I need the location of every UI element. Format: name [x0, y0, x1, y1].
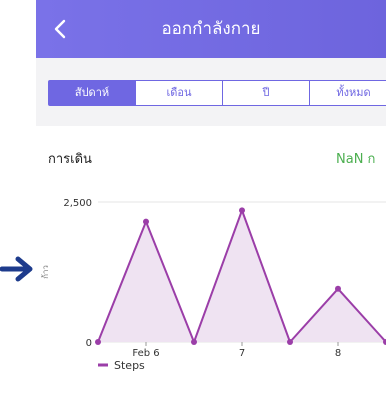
data-point[interactable] [191, 339, 197, 345]
steps-chart: 2,500 0 ก้าว Feb 6 7 8 Steps [41, 198, 386, 372]
tab-month[interactable]: เดือน [136, 81, 223, 105]
series-area [98, 210, 386, 342]
period-segmented-control: สัปดาห์ เดือน ปี ทั้งหมด [48, 80, 386, 106]
tab-year[interactable]: ปี [223, 81, 310, 105]
x-tick-label: 7 [239, 348, 245, 359]
data-point[interactable] [143, 218, 149, 225]
app-header: ออกกำลังกาย [36, 0, 386, 58]
summary-value: NaN ก [336, 152, 376, 167]
period-tabbar: สัปดาห์ เดือน ปี ทั้งหมด [36, 58, 386, 126]
x-tick-label: Feb 6 [132, 348, 159, 359]
section-title: การเดิน [48, 152, 92, 167]
tab-week[interactable]: สัปดาห์ [49, 81, 136, 105]
data-point[interactable] [287, 339, 293, 345]
y-axis-label: ก้าว [41, 265, 50, 279]
y-tick-label: 0 [86, 338, 92, 349]
data-point[interactable] [335, 285, 341, 292]
y-tick-label: 2,500 [63, 198, 92, 209]
legend-label: Steps [114, 359, 145, 372]
data-point[interactable] [95, 339, 101, 345]
x-tick-label: 8 [335, 348, 341, 359]
app-screen: ออกกำลังกาย สัปดาห์ เดือน ปี ทั้งหมด การ… [36, 0, 386, 401]
tab-all[interactable]: ทั้งหมด [310, 81, 386, 105]
page-title: ออกกำลังกาย [161, 19, 261, 39]
annotation-arrow-icon [0, 256, 33, 282]
data-point[interactable] [239, 207, 245, 214]
